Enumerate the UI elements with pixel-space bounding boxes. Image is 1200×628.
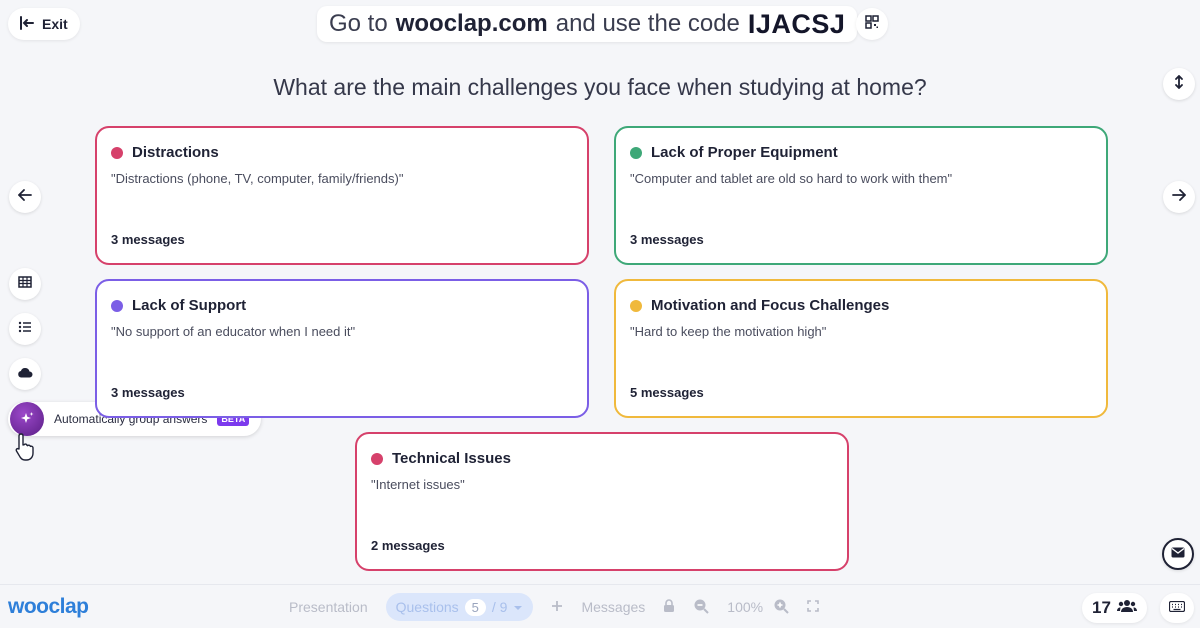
participants-count: 17	[1092, 598, 1111, 617]
card-quote: "No support of an educator when I need i…	[111, 324, 356, 339]
answer-group-card[interactable]: Technical Issues "Internet issues" 2 mes…	[355, 432, 849, 571]
exit-label: Exit	[42, 16, 68, 32]
grid-icon	[18, 275, 32, 293]
event-code: IJACSJ	[747, 8, 846, 39]
list-view-button[interactable]	[9, 313, 41, 345]
grid-view-button[interactable]	[9, 268, 41, 300]
presentation-tab[interactable]: Presentation	[289, 599, 368, 615]
answer-group-card[interactable]: Lack of Proper Equipment "Computer and t…	[614, 126, 1108, 265]
sparkle-icon	[10, 402, 44, 436]
color-dot	[371, 452, 383, 465]
card-title: Distractions	[132, 144, 219, 161]
answer-group-card[interactable]: Distractions "Distractions (phone, TV, c…	[95, 126, 589, 265]
card-header: Motivation and Focus Challenges	[630, 297, 1092, 314]
questions-label: Questions	[395, 599, 459, 615]
color-dot	[111, 146, 123, 159]
keyboard-icon	[1168, 599, 1186, 617]
card-title: Technical Issues	[392, 450, 511, 467]
wooclap-logo: wooclap	[8, 595, 89, 618]
plus-icon	[551, 599, 563, 615]
exit-icon	[20, 15, 34, 33]
color-dot	[111, 299, 123, 312]
card-header: Technical Issues	[371, 450, 833, 467]
qr-code-button[interactable]	[856, 8, 888, 40]
answer-group-card[interactable]: Lack of Support "No support of an educat…	[95, 279, 589, 418]
zoom-out-button[interactable]	[693, 598, 709, 617]
code-prefix: Go to	[329, 10, 388, 37]
cloud-icon	[17, 365, 33, 383]
card-title: Lack of Support	[132, 297, 247, 314]
message-count: 3 messages	[111, 232, 185, 247]
zoom-in-icon	[773, 598, 789, 617]
messages-button[interactable]	[1162, 538, 1194, 570]
color-dot	[630, 299, 642, 312]
expand-vertical-icon	[1173, 74, 1185, 94]
participants-count-button[interactable]: 17	[1082, 593, 1147, 623]
people-icon	[1116, 598, 1137, 618]
word-cloud-button[interactable]	[9, 358, 41, 390]
qr-code-icon	[865, 14, 879, 34]
exit-button[interactable]: Exit	[8, 8, 80, 40]
question-title: What are the main challenges you face wh…	[273, 74, 927, 100]
answer-group-card[interactable]: Motivation and Focus Challenges "Hard to…	[614, 279, 1108, 418]
arrow-right-icon	[1172, 188, 1187, 206]
lock-button[interactable]	[663, 598, 675, 616]
fullscreen-icon	[807, 599, 819, 615]
total-questions: / 9	[491, 599, 508, 615]
next-button[interactable]	[1163, 181, 1195, 213]
message-count: 5 messages	[630, 385, 704, 400]
bottom-toolbar: wooclap Presentation Questions 5 / 9 Mes…	[0, 584, 1200, 628]
list-icon	[18, 320, 32, 338]
presentation-toolbar: Presentation Questions 5 / 9 Messages 10…	[289, 593, 837, 621]
card-quote: "Distractions (phone, TV, computer, fami…	[111, 171, 404, 186]
arrow-left-icon	[17, 188, 32, 206]
card-header: Lack of Proper Equipment	[630, 144, 1092, 161]
card-header: Lack of Support	[111, 297, 573, 314]
card-title: Motivation and Focus Challenges	[651, 297, 890, 314]
message-count: 3 messages	[111, 385, 185, 400]
card-quote: "Hard to keep the motivation high"	[630, 324, 827, 339]
questions-tab[interactable]: Questions 5 / 9	[385, 593, 534, 621]
cursor-hand-icon	[14, 432, 36, 467]
keyboard-shortcuts-button[interactable]	[1160, 593, 1194, 623]
card-title: Lack of Proper Equipment	[651, 144, 838, 161]
current-question-number: 5	[464, 598, 486, 616]
zoom-out-icon	[693, 598, 709, 617]
card-quote: "Computer and tablet are old so hard to …	[630, 171, 953, 186]
card-header: Distractions	[111, 144, 573, 161]
zoom-in-button[interactable]	[773, 598, 789, 617]
join-code-banner: Go to wooclap.com and use the code IJACS…	[317, 6, 858, 42]
lock-icon	[663, 598, 675, 616]
code-middle: and use the code	[555, 10, 740, 37]
message-count: 2 messages	[371, 538, 445, 553]
message-count: 3 messages	[630, 232, 704, 247]
code-site: wooclap.com	[395, 10, 548, 37]
fullscreen-button[interactable]	[807, 599, 819, 615]
messages-tab[interactable]: Messages	[581, 599, 645, 615]
mail-icon	[1171, 545, 1185, 563]
previous-button[interactable]	[9, 181, 41, 213]
add-question-button[interactable]	[551, 599, 563, 615]
zoom-level: 100%	[727, 599, 764, 615]
chevron-down-icon	[513, 599, 523, 615]
color-dot	[630, 146, 642, 159]
expand-button[interactable]	[1163, 68, 1195, 100]
card-quote: "Internet issues"	[371, 477, 465, 492]
